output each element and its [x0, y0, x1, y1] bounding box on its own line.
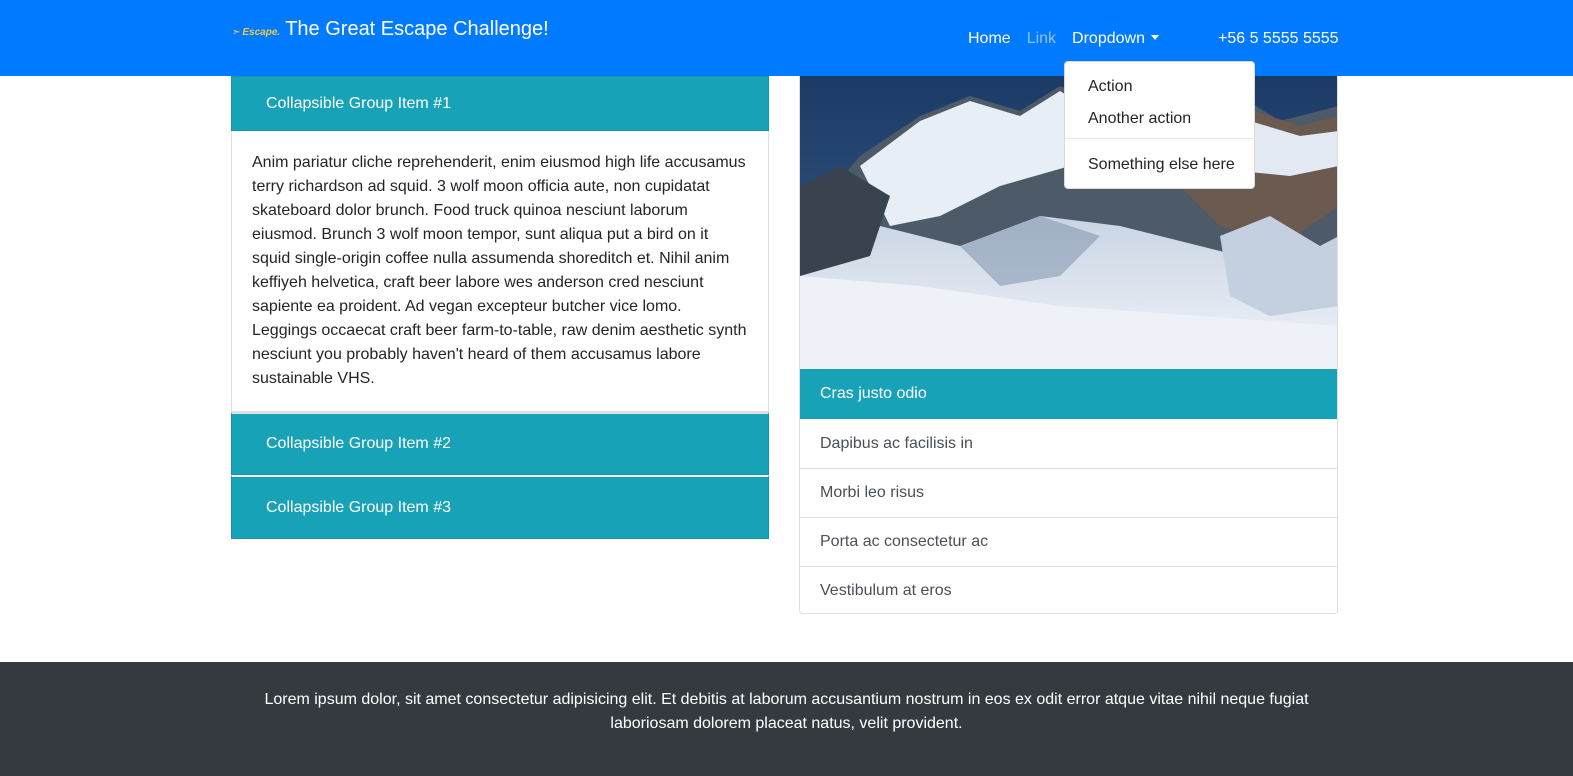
- brand-title: The Great Escape Challenge!: [285, 18, 549, 40]
- nav-link-link[interactable]: Link: [1027, 30, 1056, 48]
- paper-plane-icon: ➣: [232, 27, 241, 38]
- dropdown-item-action[interactable]: Action: [1065, 76, 1254, 108]
- dropdown-divider: [1065, 138, 1254, 139]
- accordion-title-1: Collapsible Group Item #1: [266, 94, 451, 112]
- list-group-header[interactable]: Cras justo odio: [800, 369, 1337, 419]
- dropdown-item-something-else[interactable]: Something else here: [1065, 154, 1254, 186]
- list-group-item[interactable]: Porta ac consectetur ac: [800, 517, 1337, 566]
- brand-logo-text: Escape.: [242, 27, 281, 38]
- caret-down-icon: [1150, 35, 1159, 40]
- accordion-title-3: Collapsible Group Item #3: [266, 498, 451, 516]
- nav-dropdown-label: Dropdown: [1072, 30, 1145, 47]
- accordion: Collapsible Group Item #1 Anim pariatur …: [231, 76, 769, 539]
- nav-links: Home Link Dropdown: [968, 30, 1175, 48]
- footer: Lorem ipsum dolor, sit amet consectetur …: [0, 662, 1573, 776]
- accordion-header-3[interactable]: Collapsible Group Item #3: [231, 475, 769, 539]
- brand-link[interactable]: ➣ Escape. The Great Escape Challenge!: [232, 18, 549, 41]
- accordion-body-1: Anim pariatur cliche reprehenderit, enim…: [231, 131, 769, 412]
- dropdown-item-another-action[interactable]: Another action: [1065, 108, 1254, 140]
- accordion-header-2[interactable]: Collapsible Group Item #2: [231, 412, 769, 475]
- navbar: ➣ Escape. The Great Escape Challenge! Ho…: [0, 0, 1573, 76]
- accordion-title-2: Collapsible Group Item #2: [266, 435, 451, 452]
- accordion-header-1[interactable]: Collapsible Group Item #1: [231, 76, 769, 131]
- dropdown-menu: Action Another action Something else her…: [1064, 61, 1255, 189]
- nav-home-link[interactable]: Home: [968, 30, 1011, 48]
- brand-logo: ➣ Escape.: [232, 27, 280, 38]
- list-group-item[interactable]: Morbi leo risus: [800, 468, 1337, 517]
- nav-dropdown-toggle[interactable]: Dropdown: [1072, 30, 1159, 48]
- phone-number: +56 5 5555 5555: [1218, 30, 1339, 47]
- list-group-item[interactable]: Dapibus ac facilisis in: [800, 419, 1337, 468]
- list-group-item[interactable]: Vestibulum at eros: [800, 566, 1337, 613]
- footer-text: Lorem ipsum dolor, sit amet consectetur …: [264, 691, 1309, 732]
